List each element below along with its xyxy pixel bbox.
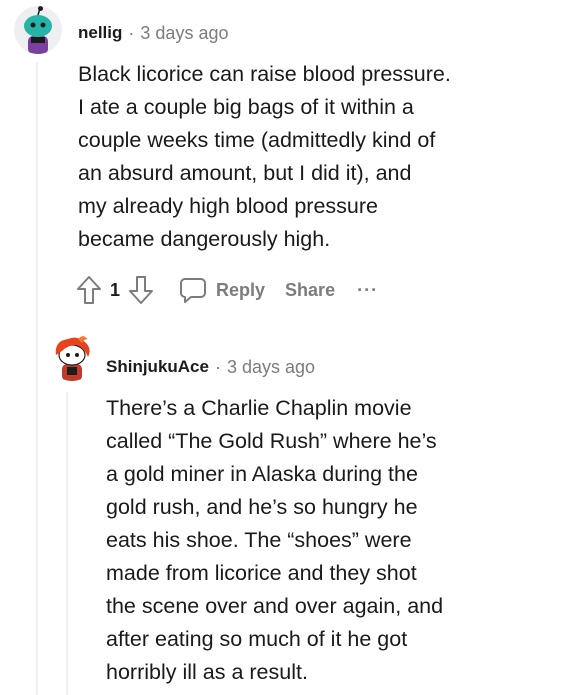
comment-line: called “The Gold Rush” where he’s (106, 429, 437, 453)
comment-line: the scene over and over again, and (106, 594, 444, 618)
comment-line: a gold miner in Alaska during the (106, 462, 418, 486)
comment-header: nellig · 3 days ago (78, 20, 228, 46)
avatar[interactable] (48, 333, 96, 381)
share-button[interactable]: Share (285, 280, 335, 301)
thread-line-1[interactable] (36, 62, 38, 695)
comment-line: an absurd amount, but I did it), and (78, 161, 412, 185)
comment-line: after eating so much of it he got (106, 627, 408, 651)
snoo-avatar-icon (48, 333, 96, 381)
comment-line: horribly ill as a result. (106, 660, 308, 684)
username[interactable]: nellig (78, 23, 122, 43)
timestamp[interactable]: 3 days ago (140, 23, 228, 44)
timestamp[interactable]: 3 days ago (227, 357, 315, 378)
comment-line: couple weeks time (admittedly kind of (78, 128, 436, 152)
comment-line: Black licorice can raise blood pressure. (78, 62, 451, 86)
thread-line-2[interactable] (66, 392, 68, 695)
separator-dot: · (128, 22, 135, 43)
snoo-avatar-icon (14, 6, 62, 54)
comment-line: eats his shoe. The “shoes” were (106, 528, 412, 552)
reply-label: Reply (216, 279, 266, 300)
comment-line: became dangerously high. (78, 227, 331, 251)
comment-line: gold rush, and he’s so hungry he (106, 495, 418, 519)
upvote-icon[interactable] (74, 275, 104, 305)
downvote-icon[interactable] (126, 275, 156, 305)
speech-bubble-icon (178, 276, 208, 304)
comment-body: Black licorice can raise blood pressure.… (78, 58, 451, 256)
vote-count: 1 (110, 279, 121, 300)
username[interactable]: ShinjukuAce (106, 357, 209, 377)
comment-actions: 1 Reply Share ··· (74, 272, 378, 308)
comment-line: made from licorice and they shot (106, 561, 417, 585)
avatar[interactable] (14, 6, 62, 54)
comment-line: I ate a couple big bags of it within a (78, 95, 414, 119)
comment-header: ShinjukuAce · 3 days ago (106, 354, 315, 380)
more-options-button[interactable]: ··· (357, 280, 378, 301)
comment-body: There’s a Charlie Chaplin movie called “… (106, 392, 443, 689)
separator-dot: · (214, 356, 221, 377)
reply-button[interactable]: Reply (178, 276, 265, 304)
comment-line: my already high blood pressure (78, 194, 378, 218)
comment-line: There’s a Charlie Chaplin movie (106, 396, 412, 420)
